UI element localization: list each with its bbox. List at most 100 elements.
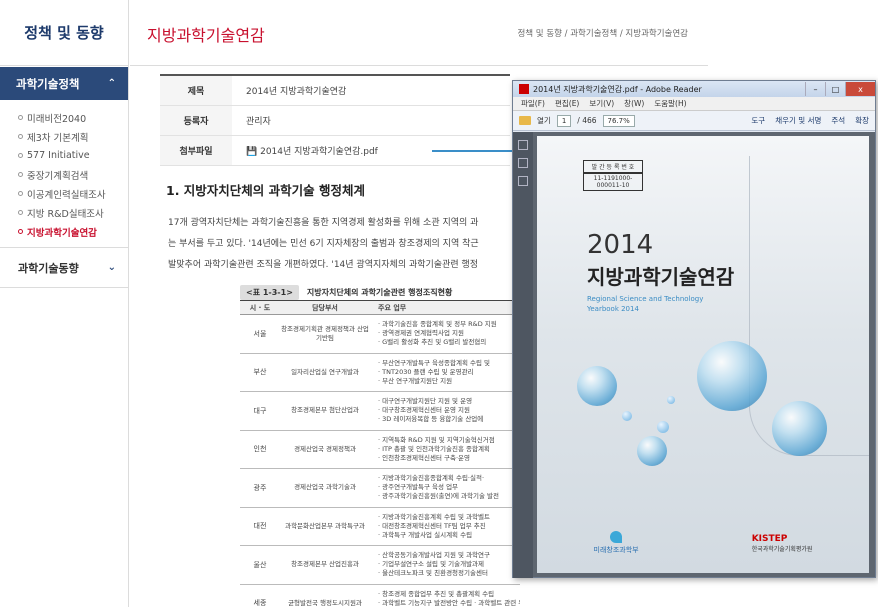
cell-department: 일자리산업실 연구개발과 [291,367,359,376]
pdf-page-cover: 발 간 등 록 번 호 11-1191000-000011-10 2014 지방… [537,136,869,573]
duty-line: · 기업부설연구소 설립 및 기술개발과제 [378,560,485,569]
sidebar-section-label: 과학기술정책 [16,76,80,91]
table-row: 대전 과학문화산업본부 과학특구과 · 지방과학기술진흥계획 수립 및 과학벨트 · … [240,508,520,546]
menu-edit[interactable]: 편집(E) [555,98,579,109]
meta-key: 등록자 [160,106,232,135]
duty-line: · 광역경제권 연계협력사업 지원 [378,329,465,338]
duty-line: · 대구연구개발지원단 지원 및 운영 [378,397,473,406]
page-number-input[interactable]: 1 [556,114,572,127]
pdf-icon [519,84,529,94]
pdf-reader-window[interactable]: 2014년 지방과학기술연감.pdf - Adobe Reader – □ x … [512,80,876,578]
document-area[interactable]: 발 간 등 록 번 호 11-1191000-000011-10 2014 지방… [533,132,875,577]
duty-line: · 창조경제 종합업무 추진 및 총괄계획 수립 [378,589,495,598]
stamp-number: 11-1191000-000011-10 [583,173,643,191]
bullet-icon [18,210,23,215]
section-paragraph: 17개 광역자치단체는 과학기술진흥을 통한 지역경제 활성화를 위해 소관 지… [160,213,510,276]
menu-window[interactable]: 창(W) [624,98,644,109]
meta-row-author: 등록자 관리자 [160,106,510,136]
sphere-graphic [637,436,667,466]
window-titlebar[interactable]: 2014년 지방과학기술연감.pdf - Adobe Reader – □ x [513,81,875,97]
sidebar-item-plan-search[interactable]: 중장기계획검색 [0,165,128,184]
table-header: 시 · 도 담당부서 주요 업무 [240,301,520,315]
menu-file[interactable]: 파일(F) [521,98,545,109]
cell-department: 창조경제기획관 경제정책과 산업기반팀 [281,324,369,342]
duty-line: · 지역특화 R&D 지원 및 지역기술혁신거점 [378,435,495,444]
kistep-mark: KISTEP [751,533,788,544]
cover-subtitle: Regional Science and Technology Yearbook… [587,294,703,314]
sidebar-header: 정책 및 동향 [0,0,128,66]
menu-help[interactable]: 도움말(H) [654,98,686,109]
cell-city: 대전 [253,522,267,531]
close-button[interactable]: x [845,82,875,96]
sidebar-item-label: 지방 R&D실태조사 [27,208,104,220]
folder-open-icon[interactable] [519,116,531,125]
sidebar-item-vision2040[interactable]: 미래비전2040 [0,108,128,127]
meta-row-title: 제목 2014년 지방과학기술연감 [160,76,510,106]
cell-duties: · 지역특화 R&D 지원 및 지역기술혁신거점 · ITP 총괄 및 인천과학기… [370,436,520,463]
sidebar-item-label: 중장기계획검색 [27,170,89,182]
molecule-node [657,421,669,433]
attachment-icon[interactable] [518,158,528,168]
attachment-filename: 2014년 지방과학기술연감.pdf [260,147,378,157]
cell-department: 창조경제본부 산업진흥과 [291,560,359,569]
sidebar-item-rd-survey[interactable]: 지방 R&D실태조사 [0,203,128,222]
cover-year: 2014 [587,230,654,260]
bullet-icon [18,153,23,158]
bullet-icon [18,229,23,234]
tools-button[interactable]: 도구 [751,115,765,126]
layers-icon[interactable] [518,176,528,186]
window-title: 2014년 지방과학기술연감.pdf - Adobe Reader [533,84,702,94]
duty-line: · 지방과학기술진흥계획 수립 및 과학벨트 [378,512,490,521]
cell-city: 대구 [253,406,267,415]
column-header: 시 · 도 [249,303,271,312]
window-controls: – □ x [805,82,875,96]
menu-bar: 파일(F) 편집(E) 보기(V) 창(W) 도움말(H) [513,97,875,111]
cell-city: 울산 [253,560,267,569]
meta-table: 제목 2014년 지방과학기술연감 등록자 관리자 첨부파일 💾 2014년 지… [160,74,510,166]
sidebar-list: 미래비전2040 제3차 기본계획 577 Initiative 중장기계획검색… [0,100,128,248]
zoom-select[interactable]: 76.7% [602,114,635,127]
duty-line: · 산학공동기술개발사업 지원 및 과학연구 [378,551,490,560]
sidebar-item-label: 미래비전2040 [27,113,87,125]
table-row: 세종 균형발전국 행정도시지원과 · 창조경제 종합업무 추진 및 총괄계획 수립 ·… [240,585,520,607]
paragraph-line: 는 부서를 두고 있다. '14년에는 민선 6기 지자체장의 출범과 창조경제… [168,239,479,249]
cell-department: 창조경제본부 첨단산업과 [291,406,359,415]
cell-department: 경제산업국 경제정책과 [294,444,356,453]
duty-line: · 과학기술진흥 종합계획 및 정부 R&D 지원 [378,320,497,329]
sidebar-item-label: 제3차 기본계획 [27,132,89,144]
duty-line: · 울산테크노파크 및 친환경청정기술센터 [378,569,488,578]
cell-duties: · 부산연구개발특구 육성종합계획 수립 및 · TNT2030 플랜 수립 및 … [370,359,520,386]
cell-department: 경제산업국 과학기술과 [294,483,356,492]
duty-line: · 부산연구개발특구 육성종합계획 수립 및 [378,358,490,367]
page-total: / 466 [577,116,597,125]
comment-button[interactable]: 주석 [831,115,845,126]
duty-line: · 과학특구 개발사업 실시계획 수립 [378,530,473,539]
fill-sign-button[interactable]: 채우기 및 서명 [775,115,821,126]
cell-city: 서울 [253,329,267,338]
open-button[interactable]: 열기 [537,115,551,126]
sidebar-item-label: 이공계인력실태조사 [27,189,106,201]
table-row: 서울 창조경제기획관 경제정책과 산업기반팀 · 과학기술진흥 종합계획 및 정부 … [240,315,520,354]
pages-icon[interactable] [518,140,528,150]
msip-mark-icon [610,531,623,543]
minimize-button[interactable]: – [805,82,825,96]
meta-value: 2014년 지방과학기술연감 [246,87,347,97]
table-caption: <표 1-3-1> 지방자치단체의 과학기술관련 행정조직현황 [240,284,510,300]
maximize-button[interactable]: □ [825,82,845,96]
msip-logo: 미래창조과학부 [594,531,639,555]
cell-department: 과학문화산업본부 과학특구과 [285,521,365,530]
sidebar-section-science-trends[interactable]: 과학기술동향 ⌄ [0,248,128,288]
duty-line: · 과학벨트 기능지구 발전방안 수립 · 과학벨트 관련 위원회 운영 [378,598,520,607]
sidebar-item-workforce-survey[interactable]: 이공계인력실태조사 [0,184,128,203]
extend-button[interactable]: 확장 [855,115,869,126]
sidebar-item-label: 577 Initiative [27,150,90,161]
sidebar-item-3rd-plan[interactable]: 제3차 기본계획 [0,127,128,146]
sidebar-section-science-policy[interactable]: 과학기술정책 ⌃ [0,67,128,100]
attachment-link[interactable]: 💾 2014년 지방과학기술연감.pdf [232,144,378,157]
cell-duties: · 창조경제 종합업무 추진 및 총괄계획 수립 · 과학벨트 기능지구 발전방안… [370,590,520,607]
menu-view[interactable]: 보기(V) [589,98,614,109]
sidebar-item-577[interactable]: 577 Initiative [0,146,128,165]
sidebar-item-yearbook[interactable]: 지방과학기술연감 [0,222,128,241]
table-row: 울산 창조경제본부 산업진흥과 · 산학공동기술개발사업 지원 및 과학연구 · 기업… [240,546,520,585]
sidebar: 정책 및 동향 과학기술정책 ⌃ 미래비전2040 제3차 기본계획 577 I… [0,0,129,607]
